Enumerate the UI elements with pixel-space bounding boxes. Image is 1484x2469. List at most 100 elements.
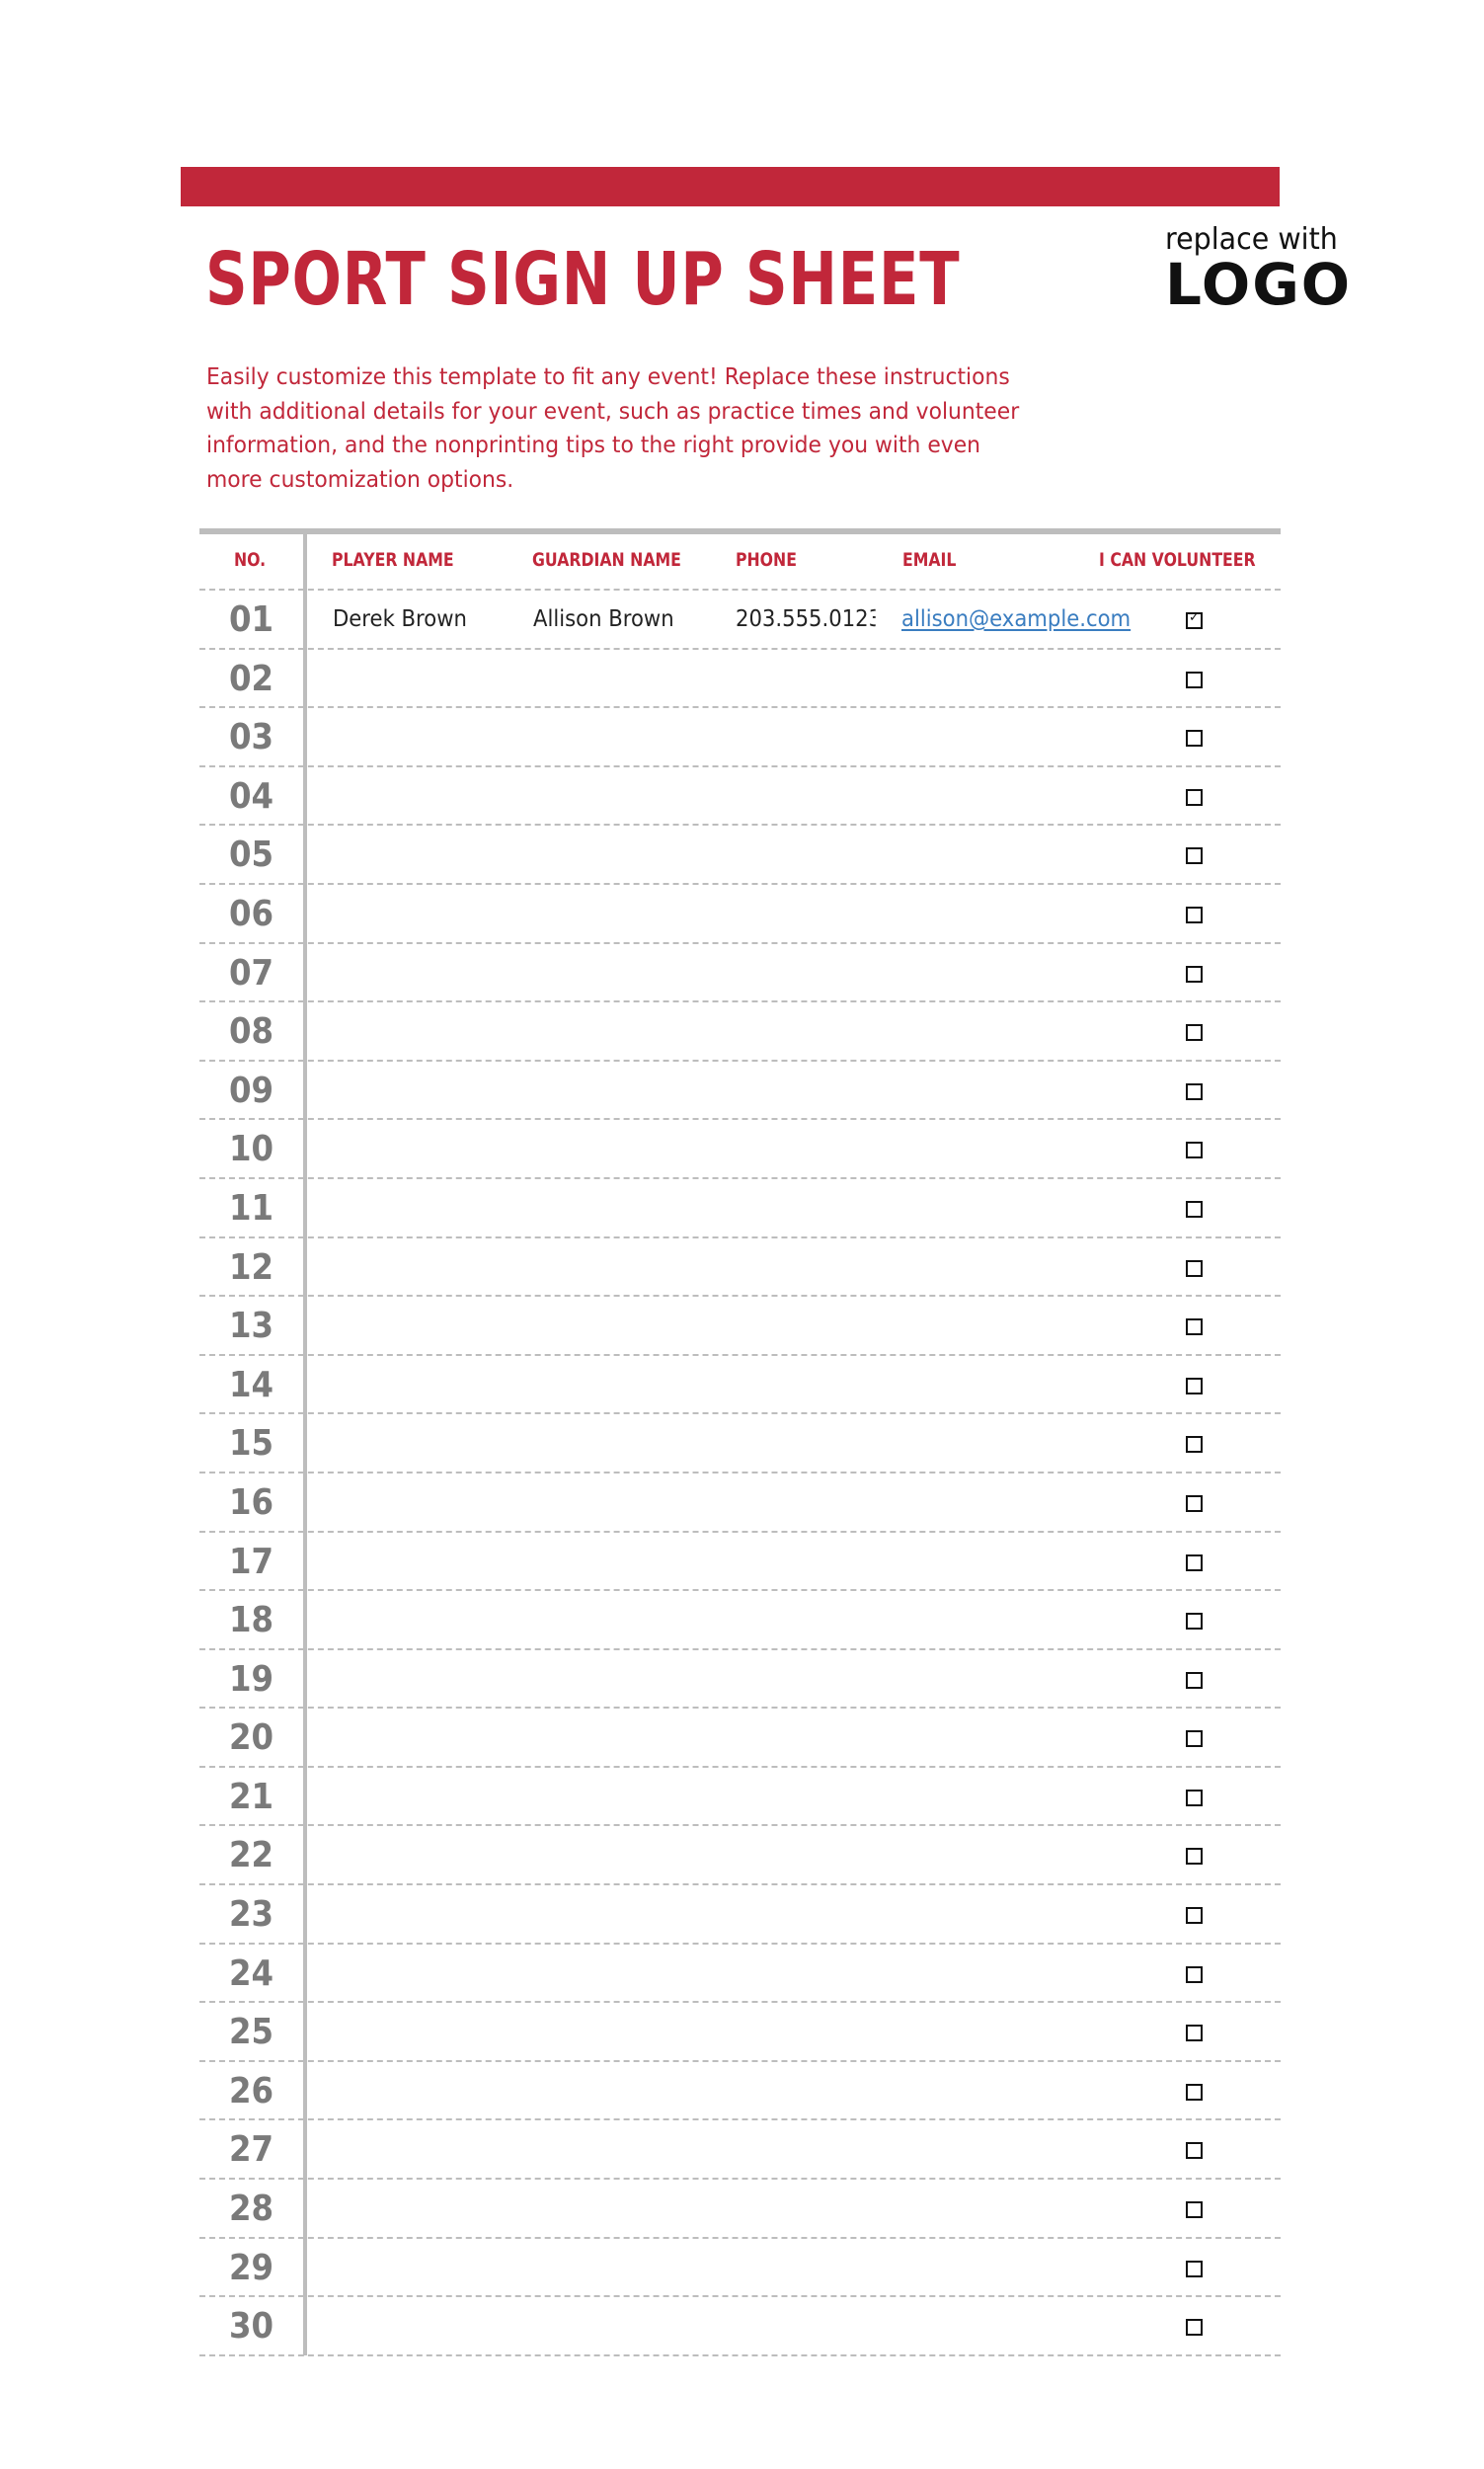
table-row: 08 xyxy=(199,1002,1281,1062)
guardian-name-field[interactable]: Allison Brown xyxy=(533,604,715,634)
volunteer-checkbox[interactable] xyxy=(1186,2142,1203,2160)
volunteer-checkbox[interactable] xyxy=(1186,1318,1203,1336)
volunteer-checkbox[interactable] xyxy=(1186,1789,1203,1806)
row-number: 12 xyxy=(228,1246,274,1288)
volunteer-checkbox[interactable] xyxy=(1186,1848,1203,1866)
volunteer-checkbox[interactable] xyxy=(1186,1613,1203,1631)
phone-field[interactable]: 203.555.0123 xyxy=(736,604,876,634)
volunteer-checkbox[interactable] xyxy=(1186,1200,1203,1218)
table-row: 11 xyxy=(199,1179,1281,1238)
row-number: 03 xyxy=(228,717,274,758)
table-row: 30 xyxy=(199,2297,1281,2356)
table-header-row: NO. PLAYER NAME GUARDIAN NAME PHONE EMAI… xyxy=(199,534,1281,591)
table-row: 25 xyxy=(199,2003,1281,2062)
volunteer-checkbox[interactable] xyxy=(1186,1494,1203,1512)
table-row: 02 xyxy=(199,650,1281,709)
table-row: 06 xyxy=(199,885,1281,944)
volunteer-checkbox[interactable] xyxy=(1186,2260,1203,2277)
row-number: 04 xyxy=(228,775,274,817)
volunteer-checkbox[interactable] xyxy=(1186,2083,1203,2101)
row-number: 20 xyxy=(228,1717,274,1759)
volunteer-checkbox[interactable] xyxy=(1186,1730,1203,1748)
table-row: 22 xyxy=(199,1826,1281,1886)
column-header-phone: PHONE xyxy=(736,550,797,571)
logo-placeholder: replace with LOGO xyxy=(1165,222,1352,314)
table-row: 07 xyxy=(199,944,1281,1003)
table-row: 21 xyxy=(199,1768,1281,1827)
table-row: 20 xyxy=(199,1709,1281,1768)
volunteer-checkbox[interactable] xyxy=(1186,1259,1203,1277)
volunteer-checkbox[interactable] xyxy=(1186,1553,1203,1571)
row-number: 30 xyxy=(228,2306,274,2348)
row-number: 28 xyxy=(228,2189,274,2230)
signup-table: NO. PLAYER NAME GUARDIAN NAME PHONE EMAI… xyxy=(199,528,1281,2356)
row-number: 11 xyxy=(228,1187,274,1229)
volunteer-checkbox[interactable] xyxy=(1186,965,1203,983)
page-title: SPORT SIGN UP SHEET xyxy=(205,237,961,322)
volunteer-checkbox[interactable] xyxy=(1186,2201,1203,2219)
table-body: 01 Derek Brown Allison Brown 203.555.0123 al… xyxy=(199,591,1281,2356)
row-number: 14 xyxy=(228,1364,274,1405)
table-row: 23 xyxy=(199,1885,1281,1945)
volunteer-checkbox[interactable] xyxy=(1186,2319,1203,2337)
row-number: 23 xyxy=(228,1894,274,1936)
logo-caption: replace with xyxy=(1165,222,1338,257)
volunteer-checkbox[interactable] xyxy=(1186,671,1203,688)
volunteer-checkbox[interactable] xyxy=(1186,1436,1203,1454)
table-row: 19 xyxy=(199,1650,1281,1710)
table-row: 13 xyxy=(199,1297,1281,1356)
row-number: 27 xyxy=(228,2129,274,2171)
column-header-volunteer: I CAN VOLUNTEER xyxy=(1099,550,1256,571)
volunteer-checkbox[interactable] xyxy=(1186,906,1203,923)
table-row: 05 xyxy=(199,826,1281,885)
volunteer-checkbox[interactable] xyxy=(1186,1671,1203,1689)
row-number: 22 xyxy=(228,1835,274,1876)
table-row: 29 xyxy=(199,2239,1281,2298)
table-row: 03 xyxy=(199,708,1281,767)
volunteer-checkbox[interactable] xyxy=(1186,1082,1203,1100)
row-number: 01 xyxy=(228,599,274,640)
table-row: 16 xyxy=(199,1473,1281,1533)
table-row: 28 xyxy=(199,2180,1281,2239)
column-header-guardian-name: GUARDIAN NAME xyxy=(532,550,681,571)
row-number: 13 xyxy=(228,1306,274,1347)
table-row: 27 xyxy=(199,2120,1281,2181)
volunteer-checkbox[interactable] xyxy=(1186,1377,1203,1394)
header-accent-bar xyxy=(181,167,1280,206)
volunteer-checkbox[interactable] xyxy=(1186,1024,1203,1042)
volunteer-checkbox[interactable] xyxy=(1186,1907,1203,1925)
volunteer-checkbox[interactable] xyxy=(1186,847,1203,865)
row-number: 16 xyxy=(228,1481,274,1523)
row-number: 18 xyxy=(228,1600,274,1641)
row-number: 21 xyxy=(228,1776,274,1817)
row-number: 05 xyxy=(228,835,274,876)
row-number: 02 xyxy=(228,658,274,699)
volunteer-checkbox[interactable]: ✓ xyxy=(1186,610,1203,629)
volunteer-checkbox[interactable] xyxy=(1186,2025,1203,2042)
volunteer-checkbox[interactable] xyxy=(1186,788,1203,806)
row-number: 19 xyxy=(228,1658,274,1700)
volunteer-checkbox[interactable] xyxy=(1186,730,1203,748)
volunteer-checkbox[interactable] xyxy=(1186,1142,1203,1159)
table-row: 12 xyxy=(199,1238,1281,1298)
table-row: 14 xyxy=(199,1356,1281,1415)
table-row: 17 xyxy=(199,1533,1281,1592)
player-name-field[interactable]: Derek Brown xyxy=(333,604,514,634)
row-number: 09 xyxy=(228,1070,274,1111)
checkmark-icon: ✓ xyxy=(1189,610,1200,625)
row-number: 26 xyxy=(228,2070,274,2111)
instructions-text: Easily customize this template to fit an… xyxy=(206,362,1020,493)
row-number: 07 xyxy=(228,952,274,994)
table-row: 09 xyxy=(199,1062,1281,1121)
row-number: 17 xyxy=(228,1541,274,1582)
table-row: 18 xyxy=(199,1591,1281,1650)
column-header-email: EMAIL xyxy=(902,550,957,571)
email-link[interactable]: allison@example.com xyxy=(901,604,1174,634)
row-number: 10 xyxy=(228,1129,274,1170)
column-header-no: NO. xyxy=(234,550,267,571)
volunteer-checkbox[interactable] xyxy=(1186,1965,1203,1983)
table-row: 24 xyxy=(199,1945,1281,2004)
row-number: 08 xyxy=(228,1011,274,1053)
row-number: 29 xyxy=(228,2247,274,2288)
table-row: 01 Derek Brown Allison Brown 203.555.0123 al… xyxy=(199,591,1281,650)
